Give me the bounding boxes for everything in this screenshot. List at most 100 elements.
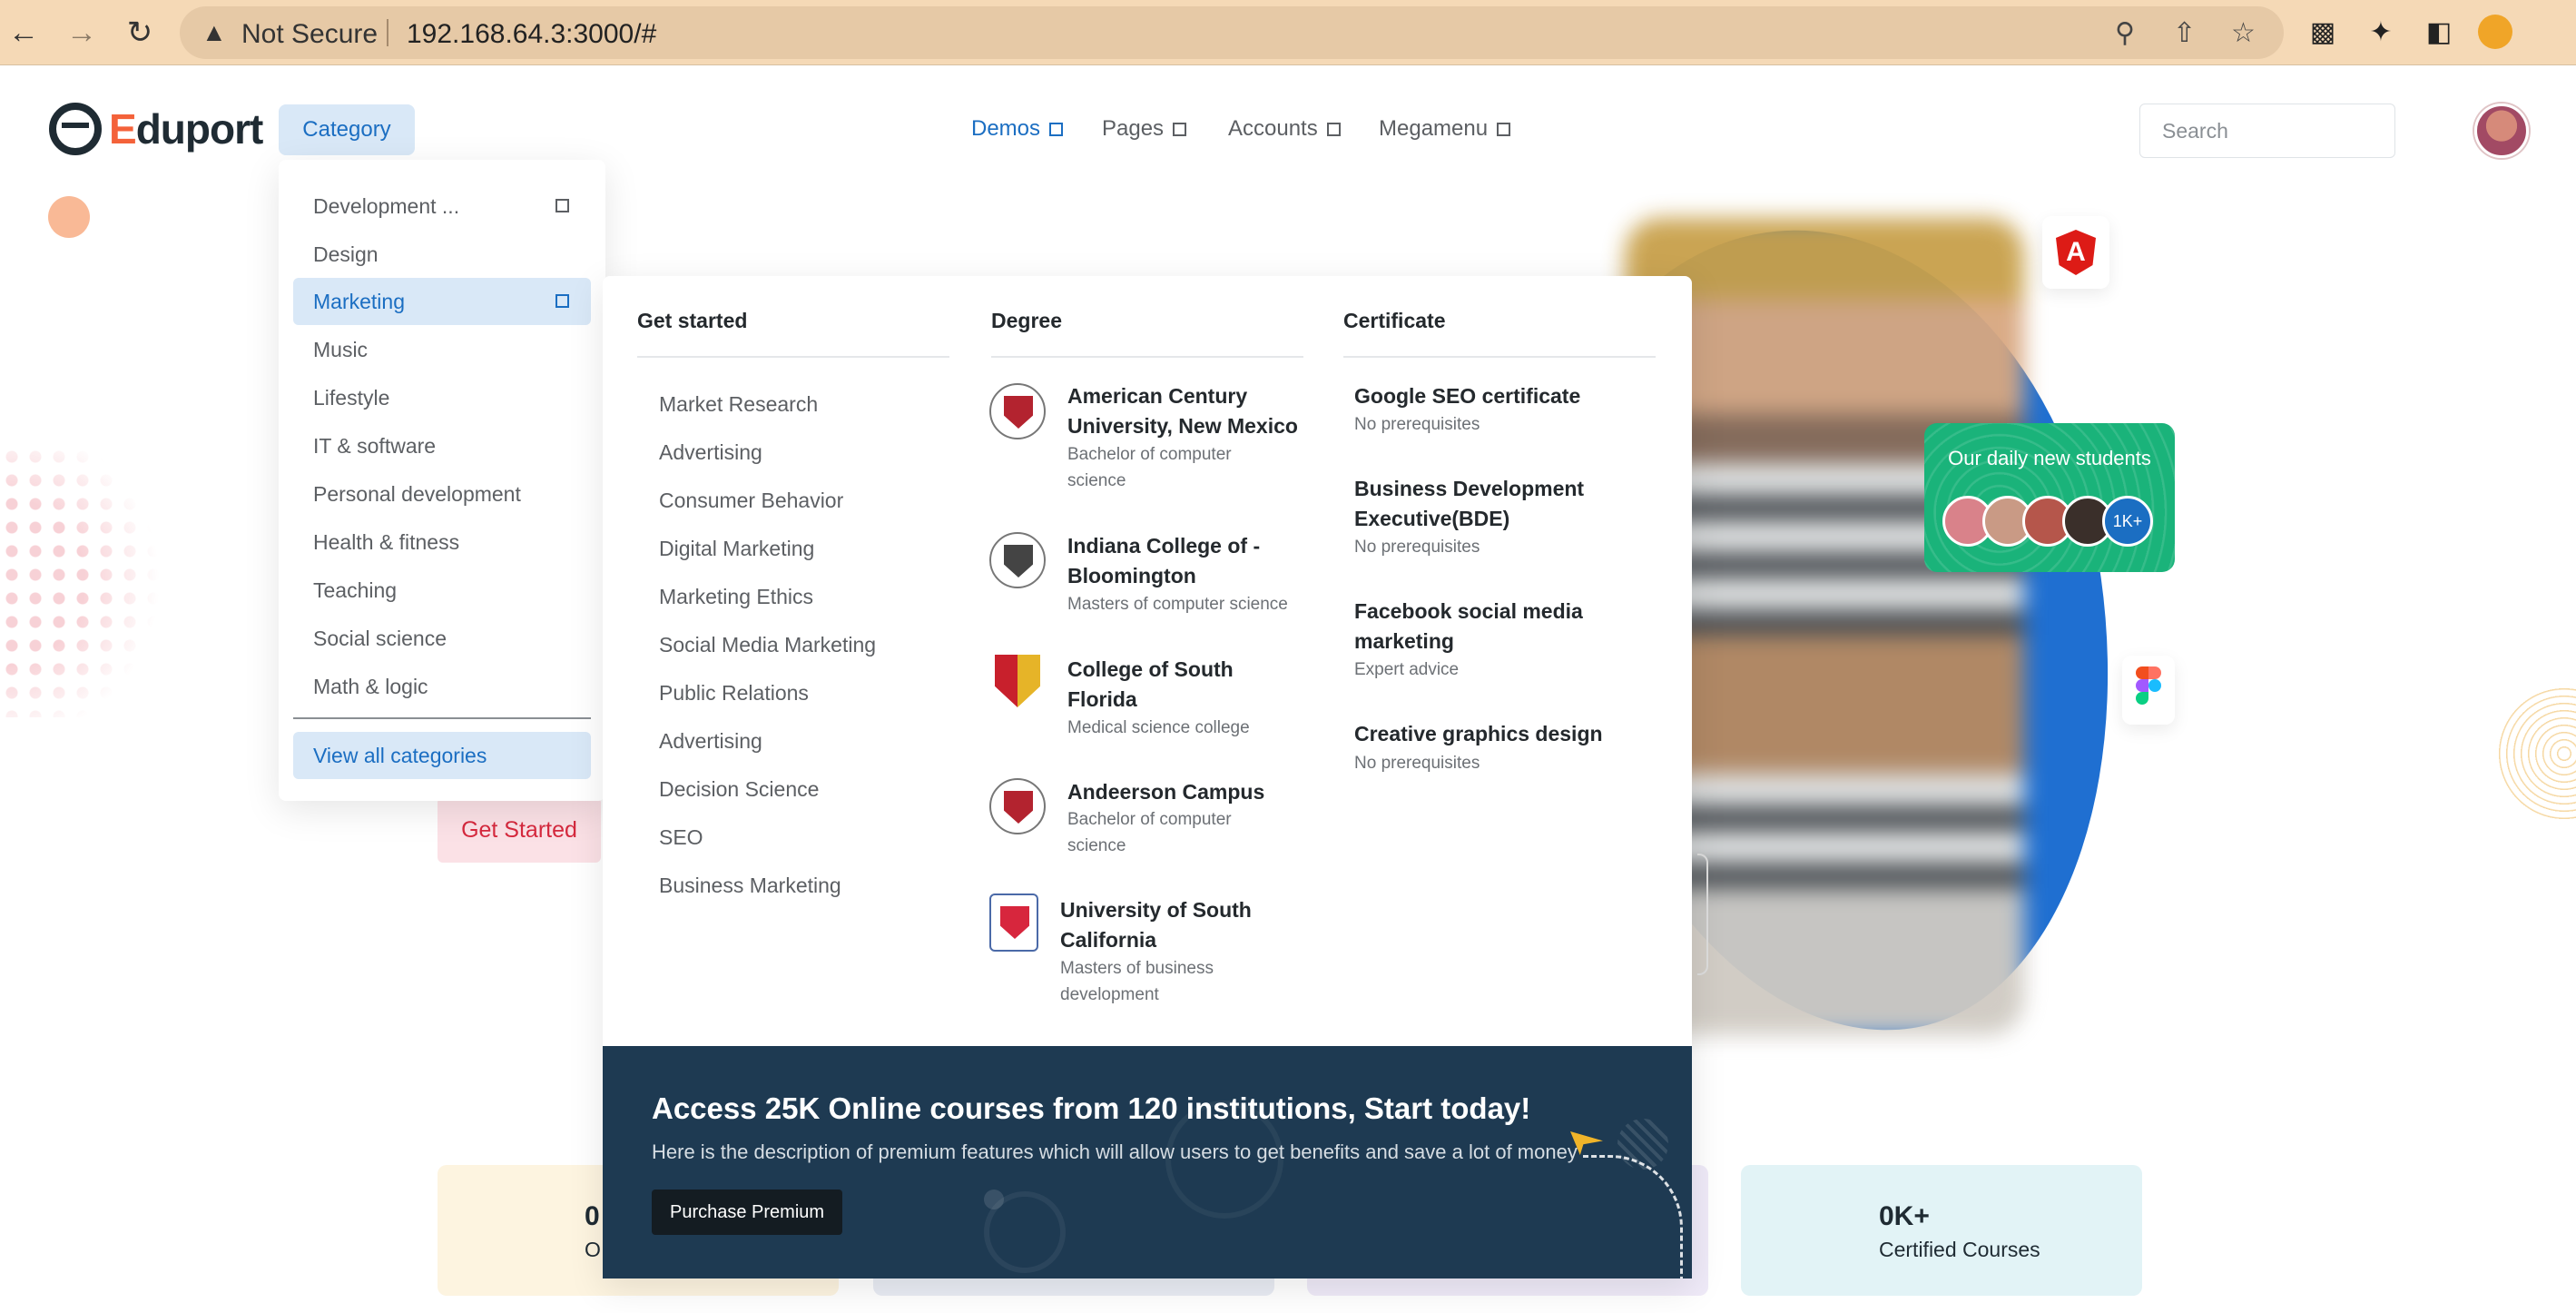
category-label: Social science bbox=[313, 626, 447, 650]
certificate-item-subtitle: Expert advice bbox=[1354, 660, 1460, 679]
dropdown-icon bbox=[1497, 122, 1511, 136]
list-item[interactable]: SEO bbox=[659, 825, 703, 850]
category-item-personal-development[interactable]: Personal development bbox=[293, 470, 591, 518]
nav-pages[interactable]: Pages bbox=[1102, 116, 1187, 142]
list-item[interactable]: Advertising bbox=[659, 729, 762, 754]
nav-demos[interactable]: Demos bbox=[971, 116, 1064, 142]
category-label: Personal development bbox=[313, 481, 521, 506]
list-item[interactable]: Social Media Marketing bbox=[659, 633, 876, 657]
figma-icon bbox=[2122, 656, 2175, 725]
stat-card: 0K+ Certified Courses bbox=[1741, 1165, 2142, 1296]
decor-rings bbox=[2496, 686, 2576, 822]
category-item-music[interactable]: Music bbox=[293, 326, 591, 373]
list-item[interactable]: Advertising bbox=[659, 440, 762, 465]
degree-item-subtitle: Bachelor of computer science bbox=[1067, 810, 1232, 855]
category-item-health-fitness[interactable]: Health & fitness bbox=[293, 518, 591, 566]
premium-promo-banner: Access 25K Online courses from 120 insti… bbox=[603, 1046, 1692, 1278]
column-title-degree: Degree bbox=[991, 309, 1062, 332]
divider bbox=[293, 717, 591, 719]
list-item[interactable]: Decision Science bbox=[659, 777, 819, 802]
list-item[interactable]: Public Relations bbox=[659, 681, 809, 706]
category-label: Design bbox=[313, 242, 379, 266]
category-label: Teaching bbox=[313, 578, 398, 602]
marketing-megamenu: Get started Market Research Advertising … bbox=[603, 276, 1692, 1278]
promo-description: Here is the description of premium featu… bbox=[652, 1140, 1578, 1163]
nav-accounts[interactable]: Accounts bbox=[1228, 116, 1341, 142]
stat-value: 0K+ bbox=[1879, 1201, 1930, 1231]
list-item[interactable]: Digital Marketing bbox=[659, 537, 814, 561]
nav-label: Demos bbox=[971, 116, 1041, 141]
search-input[interactable] bbox=[2139, 104, 2395, 158]
view-all-categories-link[interactable]: View all categories bbox=[293, 732, 591, 779]
back-icon[interactable]: ← bbox=[4, 13, 44, 53]
category-item-marketing[interactable]: Marketing bbox=[293, 278, 591, 325]
hero-card-outline bbox=[1697, 854, 1708, 975]
submenu-icon bbox=[556, 294, 569, 308]
category-item-lifestyle[interactable]: Lifestyle bbox=[293, 374, 591, 421]
category-item-teaching[interactable]: Teaching bbox=[293, 567, 591, 614]
column-title-certificate: Certificate bbox=[1343, 309, 1446, 332]
category-label: Development ... bbox=[313, 193, 460, 218]
degree-item-title[interactable]: Andeerson Campus bbox=[1067, 777, 1264, 807]
degree-item-title[interactable]: Indiana College of - Bloomington bbox=[1067, 531, 1260, 591]
url-text[interactable]: 192.168.64.3:3000/# bbox=[407, 19, 656, 50]
submenu-icon bbox=[556, 199, 569, 212]
address-bar[interactable]: ▲ Not Secure 192.168.64.3:3000/# ⚲ ⇧ ☆ bbox=[180, 6, 2284, 59]
list-item[interactable]: Marketing Ethics bbox=[659, 585, 813, 609]
degree-item-title[interactable]: American Century University, New Mexico bbox=[1067, 381, 1298, 441]
certificate-item-subtitle: No prerequisites bbox=[1354, 415, 1480, 434]
profile-icon[interactable] bbox=[2478, 15, 2512, 49]
sidebar-toggle-icon[interactable]: ◧ bbox=[2422, 15, 2456, 49]
angular-badge: A bbox=[2042, 216, 2109, 289]
address-separator bbox=[387, 19, 388, 46]
column-title-get-started: Get started bbox=[637, 309, 748, 332]
degree-item-subtitle: Masters of computer science bbox=[1067, 595, 1288, 614]
bookmark-star-icon[interactable]: ☆ bbox=[2231, 17, 2256, 49]
category-item-math-logic[interactable]: Math & logic bbox=[293, 663, 591, 710]
category-item-development[interactable]: Development ... bbox=[293, 183, 591, 230]
certificate-item-title[interactable]: Creative graphics design bbox=[1354, 719, 1627, 749]
promo-title: Access 25K Online courses from 120 insti… bbox=[652, 1091, 1531, 1125]
get-started-button[interactable]: Get Started bbox=[438, 797, 601, 863]
stat-label: Certified Courses bbox=[1879, 1238, 2040, 1261]
list-item[interactable]: Business Marketing bbox=[659, 874, 841, 898]
university-logo bbox=[989, 778, 1046, 834]
purchase-premium-button[interactable]: Purchase Premium bbox=[652, 1190, 843, 1235]
forward-icon[interactable]: → bbox=[62, 13, 102, 53]
students-title: Our daily new students bbox=[1948, 447, 2151, 469]
category-label: Math & logic bbox=[313, 674, 428, 698]
certificate-item-subtitle: No prerequisites bbox=[1354, 754, 1480, 773]
dropdown-icon bbox=[1326, 122, 1341, 136]
angular-icon: A bbox=[2056, 230, 2096, 275]
list-item[interactable]: Consumer Behavior bbox=[659, 489, 843, 513]
students-count: 1K+ bbox=[2102, 496, 2153, 547]
category-dropdown: Development ... Design Marketing Music L… bbox=[279, 160, 605, 801]
divider bbox=[637, 356, 949, 358]
browser-toolbar: ← → ↻ ▲ Not Secure 192.168.64.3:3000/# ⚲… bbox=[0, 0, 2576, 65]
zoom-icon[interactable]: ⚲ bbox=[2115, 17, 2135, 49]
certificate-item-title[interactable]: Facebook social media marketing bbox=[1354, 597, 1627, 656]
stat-label: O bbox=[585, 1238, 601, 1261]
user-avatar[interactable] bbox=[2474, 104, 2529, 158]
category-item-it-software[interactable]: IT & software bbox=[293, 422, 591, 469]
degree-item-title[interactable]: University of South California bbox=[1060, 895, 1252, 955]
divider bbox=[1343, 356, 1656, 358]
extension-icon[interactable]: ▩ bbox=[2306, 15, 2340, 49]
reload-icon[interactable]: ↻ bbox=[120, 13, 160, 53]
category-item-design[interactable]: Design bbox=[293, 231, 591, 278]
site-logo[interactable]: Eduport bbox=[49, 102, 263, 156]
nav-label: Accounts bbox=[1228, 116, 1318, 141]
decor-dots-pattern bbox=[0, 445, 163, 717]
certificate-item-title[interactable]: Business Development Executive(BDE) bbox=[1354, 474, 1627, 534]
list-item[interactable]: Market Research bbox=[659, 392, 818, 417]
category-item-social-science[interactable]: Social science bbox=[293, 615, 591, 662]
puzzle-extensions-icon[interactable]: ✦ bbox=[2364, 15, 2398, 49]
security-label: Not Secure bbox=[241, 19, 379, 49]
category-button[interactable]: Category bbox=[279, 104, 415, 155]
certificate-item-title[interactable]: Google SEO certificate bbox=[1354, 381, 1627, 411]
degree-item-title[interactable]: College of South Florida bbox=[1067, 655, 1234, 715]
logo-text: Eduport bbox=[109, 105, 263, 153]
nav-megamenu[interactable]: Megamenu bbox=[1379, 116, 1511, 142]
share-icon[interactable]: ⇧ bbox=[2173, 17, 2196, 49]
university-logo bbox=[989, 651, 1046, 707]
